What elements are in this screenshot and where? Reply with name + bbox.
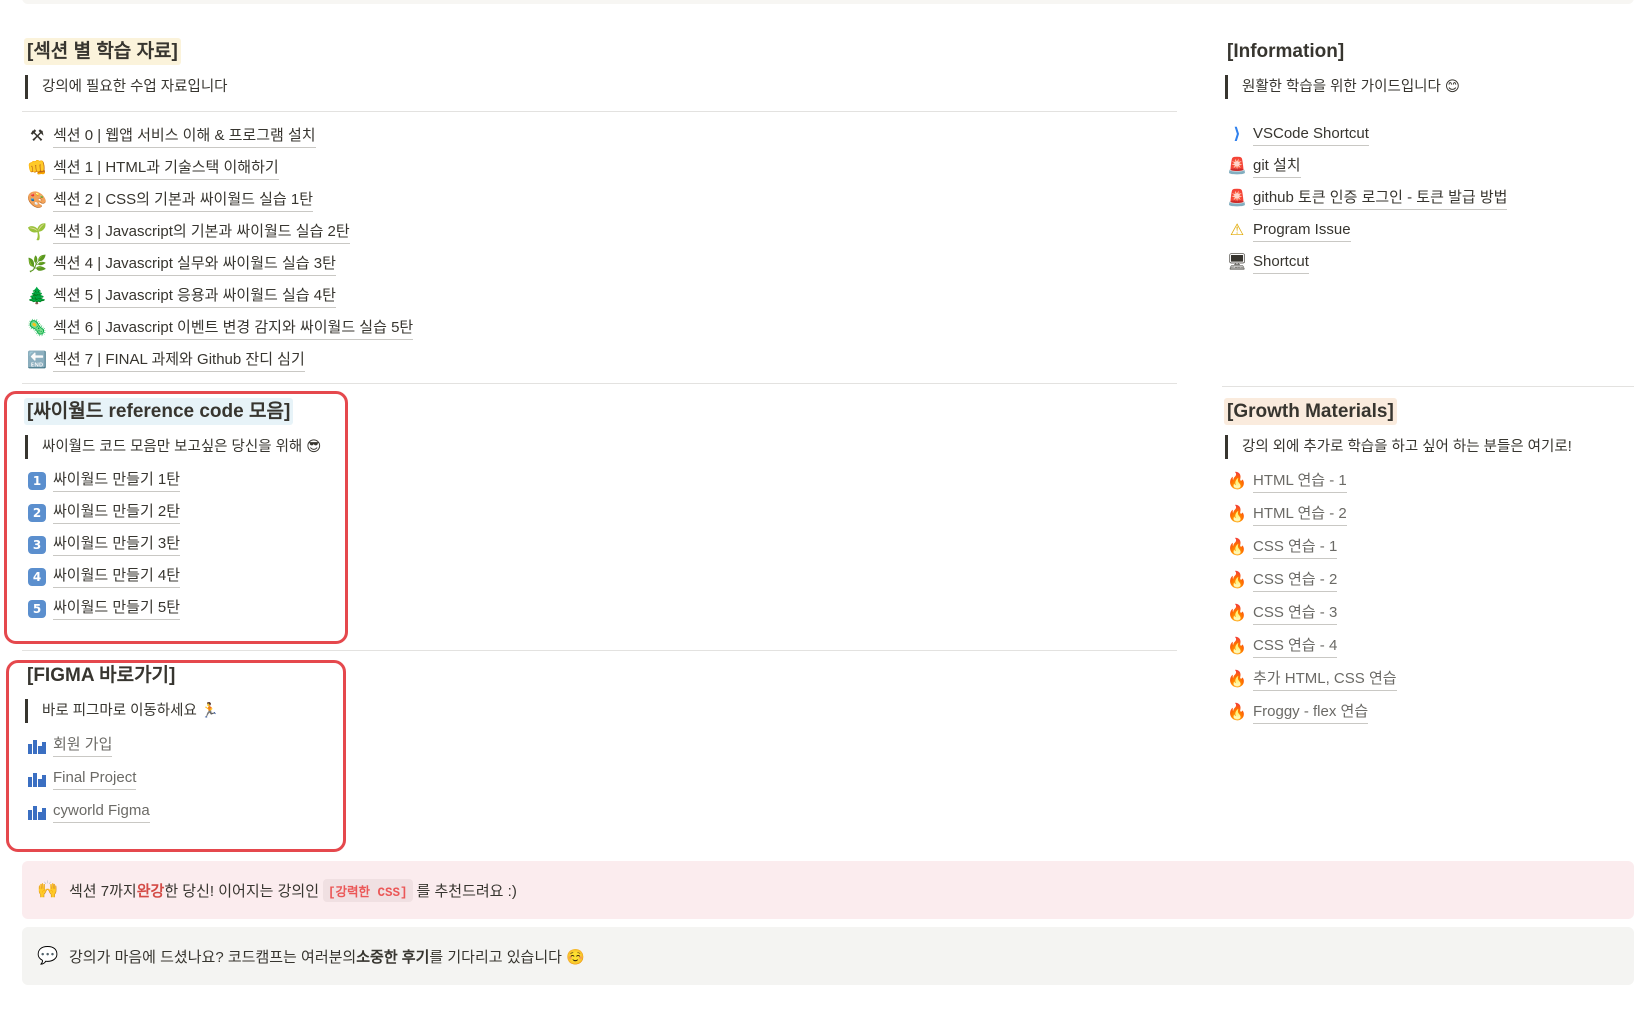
link-label[interactable]: git 설치 [1253,156,1301,178]
link-label[interactable]: 추가 HTML, CSS 연습 [1253,669,1397,691]
link-label[interactable]: 섹션 7 | FINAL 과제와 Github 잔디 심기 [53,350,305,372]
palette-icon: 🎨 [27,192,47,209]
link-label[interactable]: 섹션 3 | Javascript의 기본과 싸이월드 실습 2탄 [53,222,350,244]
link-label[interactable]: CSS 연습 - 4 [1253,636,1338,658]
list-item-section-4[interactable]: 🌿 섹션 4 | Javascript 실무와 싸이월드 실습 3탄 [22,249,1177,281]
link-label[interactable]: 섹션 0 | 웹앱 서비스 이해 & 프로그램 설치 [53,126,316,148]
callout-review: 💬 강의가 마음에 드셨나요? 코드캠프는 여러분의 소중한 후기 를 기다리고 … [22,927,1634,985]
fire-icon: 🔥 [1227,604,1247,622]
link-label[interactable]: Shortcut [1253,252,1309,274]
list-item-vscode-shortcut[interactable]: ⟩ VSCode Shortcut [1222,119,1634,151]
list-item-section-6[interactable]: 🦠 섹션 6 | Javascript 이벤트 변경 감지와 싸이월드 실습 5탄 [22,313,1177,345]
list-item-html-2[interactable]: 🔥 HTML 연습 - 2 [1222,498,1634,531]
link-label[interactable]: github 토큰 인증 로그인 - 토큰 발급 방법 [1253,188,1508,210]
top-callout-edge [22,0,1634,4]
desktop-icon: 🖥 [1226,254,1248,271]
quote-learning-materials: 강의에 필요한 수업 자료입니다 [25,75,1177,99]
warning-icon: ⚠ [1229,222,1245,239]
section-heading-growth-materials: [Growth Materials] [1224,398,1397,425]
list-item-html-1[interactable]: 🔥 HTML 연습 - 1 [1222,465,1634,498]
fire-icon: 🔥 [1227,703,1247,721]
link-label[interactable]: CSS 연습 - 2 [1253,570,1338,592]
section-heading-learning-materials: [섹션 별 학습 자료] [24,38,181,65]
callout-text-after: 를 추천드려요 :) [416,882,517,900]
hammer-pick-icon: ⚒ [29,128,45,145]
list-item-section-3[interactable]: 🌱 섹션 3 | Javascript의 기본과 싸이월드 실습 2탄 [22,217,1177,249]
divider [22,383,1177,384]
fire-icon: 🔥 [1227,472,1247,490]
growth-list: 🔥 HTML 연습 - 1 🔥 HTML 연습 - 2 🔥 CSS 연습 - 1 🔥 C… [1222,465,1634,729]
fire-icon: 🔥 [1227,505,1247,523]
link-label[interactable]: CSS 연습 - 1 [1253,537,1338,559]
list-item-section-5[interactable]: 🌲 섹션 5 | Javascript 응용과 싸이월드 실습 4탄 [22,281,1177,313]
list-item-css-4[interactable]: 🔥 CSS 연습 - 4 [1222,630,1634,663]
list-item-shortcut[interactable]: 🖥 Shortcut [1222,247,1634,279]
divider [1222,386,1634,387]
list-item-section-0[interactable]: ⚒ 섹션 0 | 웹앱 서비스 이해 & 프로그램 설치 [22,121,1177,153]
herb-icon: 🌿 [27,256,47,273]
end-arrow-icon: 🔚 [27,352,47,369]
list-item-program-issue[interactable]: ⚠ Program Issue [1222,215,1634,247]
list-item-section-7[interactable]: 🔚 섹션 7 | FINAL 과제와 Github 잔디 심기 [22,345,1177,377]
list-item-git-install[interactable]: 🚨 git 설치 [1222,151,1634,183]
link-label[interactable]: 섹션 2 | CSS의 기본과 싸이월드 실습 1탄 [53,190,313,212]
seedling-icon: 🌱 [27,224,47,241]
list-item-section-1[interactable]: 👊 섹션 1 | HTML과 기술스택 이해하기 [22,153,1177,185]
quote-information: 원활한 학습을 위한 가이드입니다 😊 [1225,75,1634,99]
list-item-github-token[interactable]: 🚨 github 토큰 인증 로그인 - 토큰 발급 방법 [1222,183,1634,215]
highlight-box-figma [6,660,346,852]
fire-icon: 🔥 [1227,571,1247,589]
highlight-box-reference [4,391,348,644]
fire-icon: 🔥 [1227,670,1247,688]
link-label[interactable]: Program Issue [1253,220,1351,242]
speech-bubble-icon: 💬 [37,946,59,965]
callout-text-before: 강의가 마음에 드셨나요? 코드캠프는 여러분의 [69,948,357,966]
fist-icon: 👊 [27,160,47,177]
raising-hands-icon: 🙌 [37,880,59,899]
link-label[interactable]: HTML 연습 - 2 [1253,504,1347,526]
link-label[interactable]: Froggy - flex 연습 [1253,702,1369,724]
right-column: [Information] 원활한 학습을 위한 가이드입니다 😊 ⟩ VSCod… [1222,38,1634,279]
microbe-icon: 🦠 [27,320,47,337]
callout-bold: 소중한 후기 [356,948,430,966]
link-label[interactable]: 섹션 5 | Javascript 응용과 싸이월드 실습 4탄 [53,286,336,308]
information-list: ⟩ VSCode Shortcut 🚨 git 설치 🚨 github 토큰 인증 로… [1222,119,1634,279]
link-label[interactable]: 섹션 4 | Javascript 실무와 싸이월드 실습 3탄 [53,254,336,276]
vscode-icon: ⟩ [1233,126,1241,143]
link-label[interactable]: CSS 연습 - 3 [1253,603,1338,625]
link-label[interactable]: 섹션 1 | HTML과 기술스택 이해하기 [53,158,279,180]
link-label[interactable]: VSCode Shortcut [1253,124,1369,146]
list-item-css-1[interactable]: 🔥 CSS 연습 - 1 [1222,531,1634,564]
fire-icon: 🔥 [1227,538,1247,556]
growth-materials-section: [Growth Materials] 강의 외에 추가로 학습을 하고 싶어 하… [1222,398,1634,729]
link-label[interactable]: HTML 연습 - 1 [1253,471,1347,493]
list-item-css-2[interactable]: 🔥 CSS 연습 - 2 [1222,564,1634,597]
section-heading-information: [Information] [1227,41,1345,62]
link-label[interactable]: 섹션 6 | Javascript 이벤트 변경 감지와 싸이월드 실습 5탄 [53,318,414,340]
list-item-extra-html-css[interactable]: 🔥 추가 HTML, CSS 연습 [1222,663,1634,696]
callout-text-before: 섹션 7까지 [69,882,137,900]
callout-text-middle: 한 당신! 이어지는 강의인 [164,882,319,900]
inline-code-course: [강력한 CSS] [323,878,413,902]
list-item-css-3[interactable]: 🔥 CSS 연습 - 3 [1222,597,1634,630]
callout-highlight: 완강 [136,882,165,900]
divider [22,650,1177,651]
fire-icon: 🔥 [1227,637,1247,655]
left-column: [섹션 별 학습 자료] 강의에 필요한 수업 자료입니다 ⚒ 섹션 0 | 웹앱… [22,38,1177,384]
quote-growth-materials: 강의 외에 추가로 학습을 하고 싶어 하는 분들은 여기로! [1225,435,1634,459]
divider [22,111,1177,112]
siren-icon: 🚨 [1227,190,1247,207]
callout-text-after: 를 기다리고 있습니다 ☺️ [429,948,585,966]
tree-icon: 🌲 [27,288,47,305]
callout-next-course: 🙌 섹션 7까지 완강 한 당신! 이어지는 강의인 [강력한 CSS] 를 추천… [22,861,1634,919]
section-list: ⚒ 섹션 0 | 웹앱 서비스 이해 & 프로그램 설치 👊 섹션 1 | HTML… [22,121,1177,377]
siren-icon: 🚨 [1227,158,1247,175]
list-item-section-2[interactable]: 🎨 섹션 2 | CSS의 기본과 싸이월드 실습 1탄 [22,185,1177,217]
list-item-froggy[interactable]: 🔥 Froggy - flex 연습 [1222,696,1634,729]
